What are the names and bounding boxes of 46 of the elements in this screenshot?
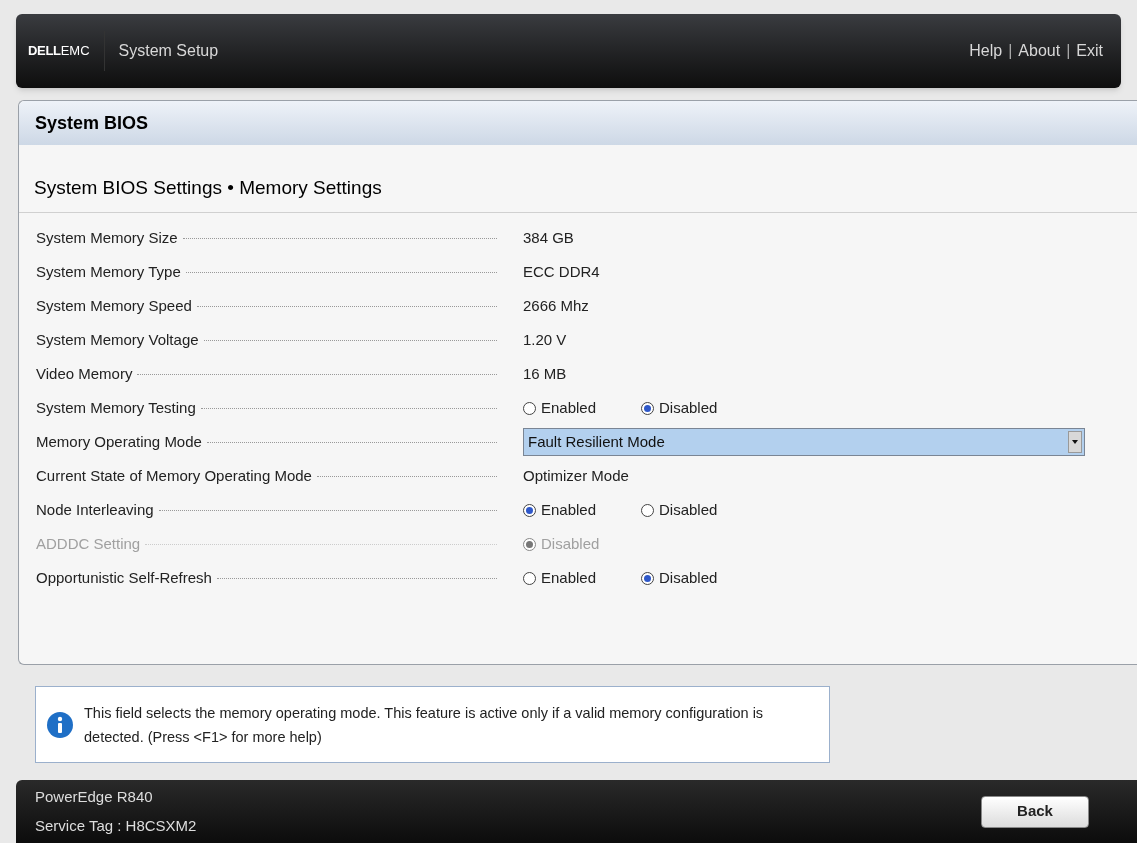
setting-value: 1.20 V — [523, 329, 567, 350]
setting-label: Memory Operating Mode — [36, 431, 202, 452]
header-link[interactable]: Help — [969, 39, 1003, 63]
setting-value: 16 MB — [523, 363, 567, 384]
radio-button[interactable] — [523, 571, 536, 585]
radio-option[interactable]: Enabled — [523, 498, 641, 522]
caret-icon[interactable] — [1068, 431, 1082, 453]
header-link[interactable]: About — [1018, 39, 1061, 63]
model-name: PowerEdge R840 — [35, 787, 154, 807]
setting-label: System Memory Size — [36, 227, 178, 248]
setting-label: Video Memory — [36, 363, 133, 384]
setting-value: 384 GB — [523, 227, 574, 248]
setting-label: Current State of Memory Operating Mode — [36, 465, 312, 486]
radio-option[interactable]: Disabled — [641, 566, 759, 590]
app-title: System Setup — [118, 41, 219, 61]
setting-label: System Memory Testing — [36, 397, 196, 418]
mode-dropdown[interactable]: Fault Resilient Mode — [523, 428, 1085, 456]
page-subtitle: System BIOS Settings • Memory Settings — [34, 176, 382, 201]
radio-option[interactable]: Enabled — [523, 396, 641, 420]
setting-label: System Memory Type — [36, 261, 181, 282]
setting-label: Node Interleaving — [36, 499, 154, 520]
setting-label: ADDDC Setting — [36, 533, 141, 554]
panel-title: System BIOS — [35, 111, 149, 135]
separator: | — [1066, 41, 1071, 61]
radio-option[interactable]: Disabled — [641, 498, 759, 522]
separator: | — [1008, 41, 1013, 61]
radio-button[interactable] — [523, 401, 536, 415]
logo-text: EMC — [60, 42, 90, 61]
header-link[interactable]: Exit — [1076, 39, 1103, 63]
setting-label: Opportunistic Self-Refresh — [36, 567, 212, 588]
setting-value: ECC DDR4 — [523, 261, 600, 282]
setting-value: Optimizer Mode — [523, 465, 629, 486]
setting-label: System Memory Speed — [36, 295, 192, 316]
info-icon — [46, 710, 74, 739]
radio-button[interactable] — [641, 571, 654, 585]
logo-text: DELL — [28, 42, 61, 61]
radio-button[interactable] — [641, 401, 654, 415]
setting-value: 2666 Mhz — [523, 295, 589, 316]
radio-button[interactable] — [523, 503, 536, 517]
back-button[interactable]: Back — [981, 795, 1089, 828]
radio-option[interactable]: Disabled — [641, 396, 759, 420]
radio-button[interactable] — [641, 503, 654, 517]
setting-label: System Memory Voltage — [36, 329, 199, 350]
radio-option[interactable]: Enabled — [523, 566, 641, 590]
help-text: This field selects the memory operating mode. This feature is active only if a valid memory configuration is detected. (Press <F1> for more help) — [84, 703, 765, 747]
service-tag: Service Tag : H8CSXM2 — [35, 814, 197, 837]
